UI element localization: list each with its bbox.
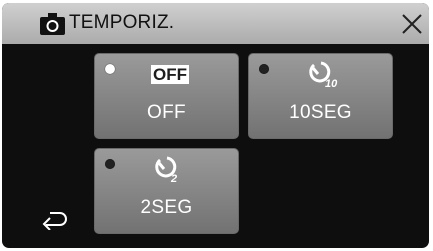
radio-unselected-indicator [105,159,115,169]
close-icon[interactable] [400,12,424,36]
header-bar: TEMPORIZ. [2,3,429,44]
camera-icon [40,13,65,35]
self-timer-2-icon: 2 [155,156,177,185]
option-2seg-button[interactable]: 2 2SEG [94,148,239,234]
page-title: TEMPORIZ. [69,12,175,33]
radio-selected-indicator [105,64,115,74]
option-off-button[interactable]: OFF OFF [94,53,239,139]
off-badge-icon: OFF [151,65,189,84]
timer-subscript: 2 [170,173,177,185]
timer-settings-screen: TEMPORIZ. OFF OFF 10 10SEG 2 2SEG [2,3,429,248]
option-label: OFF [147,102,186,123]
return-icon[interactable] [40,208,70,230]
self-timer-10-icon: 10 [309,61,338,90]
timer-subscript: 10 [325,78,338,90]
option-10seg-button[interactable]: 10 10SEG [248,53,393,139]
radio-unselected-indicator [259,64,269,74]
option-label: 10SEG [289,102,352,123]
option-label: 2SEG [140,197,193,218]
